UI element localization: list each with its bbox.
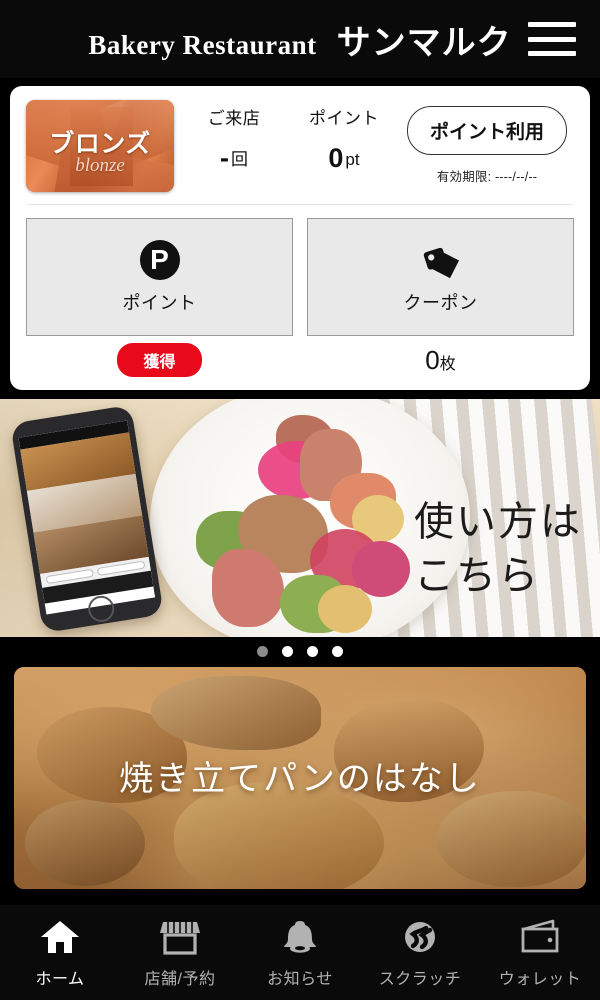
visits-unit: 回 <box>231 150 248 169</box>
brand-name-en: Bakery Restaurant <box>88 29 317 60</box>
points-stat: ポイント 0 pt <box>288 100 400 174</box>
howto-line-2: こちら <box>414 553 540 598</box>
food-decor <box>318 585 372 633</box>
visits-value: - <box>220 143 229 173</box>
hamburger-bar <box>528 51 576 56</box>
phone-screen-decor <box>18 420 156 615</box>
carousel-dot[interactable] <box>257 645 268 657</box>
wallet-icon <box>520 917 560 957</box>
hamburger-menu-icon[interactable] <box>528 22 576 56</box>
points-value: 0 <box>328 143 344 173</box>
brand-name-jp: サンマルク <box>336 23 512 62</box>
carousel-dot[interactable] <box>307 645 318 657</box>
nav-label-store: 店舗/予約 <box>144 970 216 988</box>
nav-label-notice: お知らせ <box>267 970 333 988</box>
bell-icon <box>280 917 320 957</box>
nav-item-store[interactable]: 店舗/予約 <box>120 917 240 989</box>
points-get-badge[interactable]: 獲得 <box>117 343 202 377</box>
coupon-tile[interactable]: クーポン <box>307 218 574 336</box>
action-tiles: P ポイント 獲得 クーポン 0枚 <box>26 218 574 378</box>
nav-label-home: ホーム <box>35 970 85 988</box>
points-tile-footer: 獲得 <box>26 342 293 378</box>
rank-card[interactable]: ブロンズ blonze <box>26 100 174 192</box>
bottom-navigation: ホーム 店舗/予約 お知らせ スクラッチ ウォレット <box>0 905 600 1000</box>
coupon-count-row: 0枚 <box>425 345 455 376</box>
coupon-tile-footer: 0枚 <box>307 342 574 378</box>
bread-story-banner[interactable]: 焼き立てパンのはなし <box>14 667 586 889</box>
hamburger-bar <box>528 22 576 27</box>
panel-divider <box>28 204 572 205</box>
member-summary-row: ブロンズ blonze ご来店 -回 ポイント 0 pt ポイント利用 有効期限… <box>26 100 574 192</box>
use-points-area: ポイント利用 有効期限: ----/--/-- <box>400 100 574 185</box>
bread-banner-title: 焼き立てパンのはなし <box>119 761 481 798</box>
points-label: ポイント <box>309 109 379 128</box>
points-unit: pt <box>345 150 360 169</box>
member-stats: ご来店 -回 ポイント 0 pt ポイント利用 有効期限: ----/--/-- <box>174 100 574 185</box>
scratch-icon <box>400 917 440 957</box>
price-tag-icon <box>420 240 462 280</box>
coupon-count-unit: 枚 <box>439 355 456 373</box>
visits-stat: ご来店 -回 <box>180 100 288 174</box>
points-tile[interactable]: P ポイント <box>26 218 293 336</box>
coupon-count: 0 <box>425 344 440 375</box>
points-expiry-label: 有効期限: ----/--/-- <box>436 170 538 184</box>
coupon-tile-label: クーポン <box>403 292 478 313</box>
app-header: Bakery Restaurant サンマルク <box>0 0 600 78</box>
visits-label: ご来店 <box>207 109 261 128</box>
coupon-tile-column: クーポン 0枚 <box>307 218 574 378</box>
nav-label-wallet: ウォレット <box>498 970 582 988</box>
points-tile-column: P ポイント 獲得 <box>26 218 293 378</box>
carousel-dots <box>0 637 600 665</box>
brand-logo: Bakery Restaurant サンマルク <box>88 15 511 64</box>
points-value-row: 0 pt <box>288 143 400 174</box>
howto-line-1: 使い方は <box>414 499 582 544</box>
points-tile-label: ポイント <box>122 292 197 313</box>
nav-label-scratch: スクラッチ <box>378 970 462 988</box>
member-panel: ブロンズ blonze ご来店 -回 ポイント 0 pt ポイント利用 有効期限… <box>10 86 590 390</box>
carousel-dot[interactable] <box>332 645 343 657</box>
home-icon <box>40 917 80 957</box>
rank-sublabel: blonze <box>75 155 125 176</box>
use-points-button[interactable]: ポイント利用 <box>406 106 567 155</box>
nav-item-notice[interactable]: お知らせ <box>240 917 360 989</box>
visits-value-row: -回 <box>180 143 288 174</box>
nav-item-wallet[interactable]: ウォレット <box>480 917 600 989</box>
nav-item-home[interactable]: ホーム <box>0 917 120 989</box>
howto-banner[interactable]: 使い方は こちら <box>0 399 600 637</box>
hamburger-bar <box>528 36 576 42</box>
howto-banner-text: 使い方は こちら <box>414 495 582 603</box>
carousel-dot[interactable] <box>282 645 293 657</box>
circled-p-icon: P <box>139 239 180 280</box>
store-icon <box>160 917 200 957</box>
app-root: Bakery Restaurant サンマルク ブロンズ blonze ご来店 <box>0 0 600 1000</box>
nav-item-scratch[interactable]: スクラッチ <box>360 917 480 989</box>
